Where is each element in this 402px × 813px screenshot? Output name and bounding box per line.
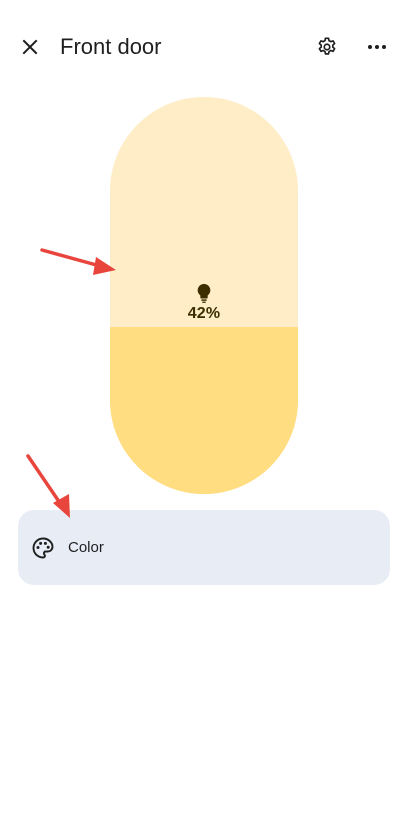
- top-app-bar: Front door: [0, 0, 402, 94]
- brightness-slider[interactable]: 42%: [110, 97, 298, 494]
- page-title: Front door: [60, 34, 162, 59]
- palette-icon: [32, 537, 54, 559]
- settings-button[interactable]: [307, 27, 347, 67]
- close-icon: [22, 39, 38, 55]
- more-horizontal-icon: [368, 45, 386, 49]
- more-options-button[interactable]: [357, 27, 397, 67]
- annotation-arrow-brightness: [40, 248, 116, 275]
- color-label: Color: [68, 539, 104, 556]
- brightness-fill: [110, 327, 298, 494]
- annotation-arrow-color: [26, 454, 70, 518]
- close-button[interactable]: [10, 27, 50, 67]
- brightness-readout: 42%: [110, 282, 298, 324]
- lightbulb-icon: [197, 283, 211, 303]
- color-button[interactable]: Color: [18, 510, 390, 585]
- brightness-percent: 42%: [187, 305, 221, 322]
- gear-icon: [318, 37, 336, 55]
